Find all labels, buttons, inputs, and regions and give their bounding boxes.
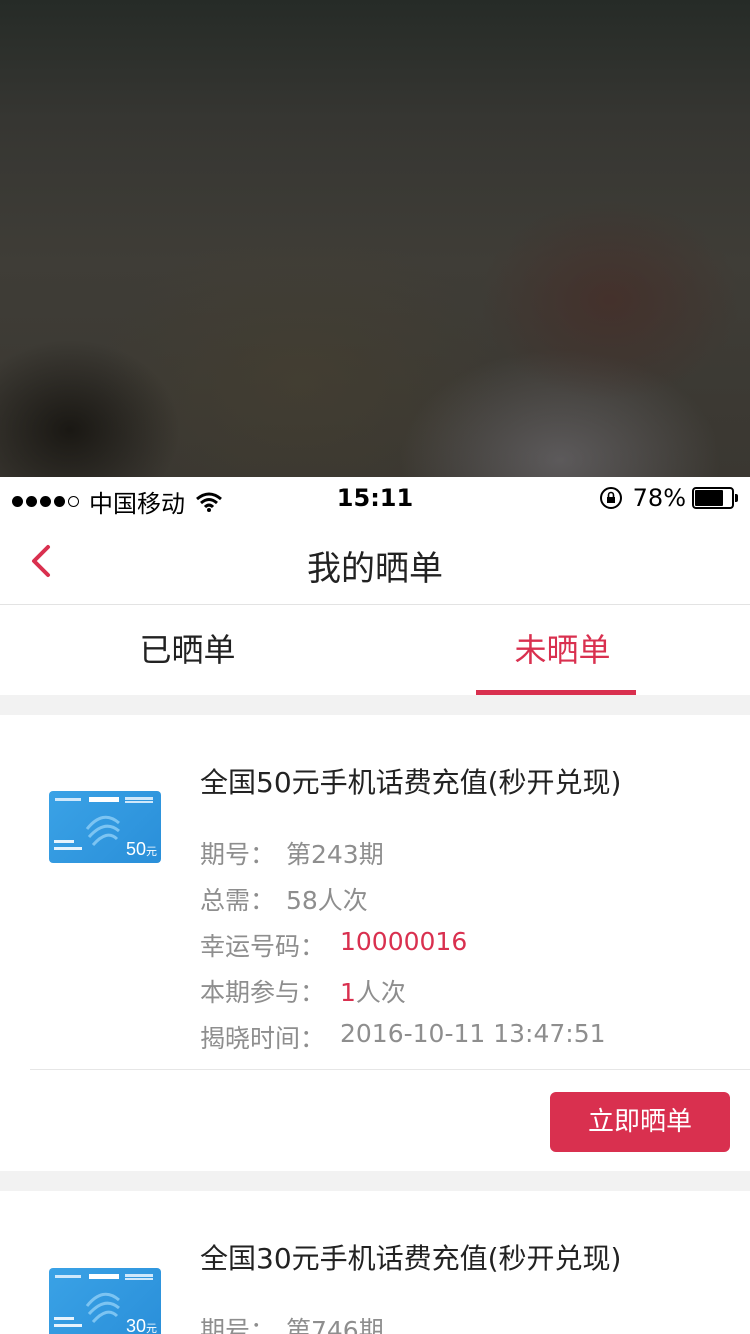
product-image[interactable]: 50元 [49,791,161,863]
reveal-time-row: 揭晓时间： 2016-10-11 13:47:51 [200,1019,606,1053]
participation-value: 1人次 [340,978,406,1007]
card-amount: 30元 [125,1316,157,1334]
carrier-logos-icon [55,1274,153,1280]
nav-bar: 我的晒单 [0,517,750,605]
item-title[interactable]: 全国30元手机话费充值(秒开兑现) [200,1237,621,1277]
period-value: 第243期 [286,840,384,869]
rotation-lock-icon [599,487,622,509]
list-item: 30元 全国30元手机话费充值(秒开兑现) 期号： 第746期 [0,1191,750,1334]
battery-icon [692,487,738,509]
total-row: 总需： 58人次 [200,881,368,917]
card-caption-icon [54,840,82,850]
tab-label: 已晒单 [139,631,236,669]
lucky-number-row: 幸运号码： 10000016 [200,927,468,961]
background-photo [0,0,750,477]
tab-unshared[interactable]: 未晒单 [375,605,750,695]
status-bar: 中国移动 15:11 78% [0,477,750,518]
item-title[interactable]: 全国50元手机话费充值(秒开兑现) [200,761,621,801]
card-amount: 50元 [125,839,157,859]
period-row: 期号： 第746期 [200,1311,384,1334]
card-caption-icon [54,1317,82,1327]
total-value: 58人次 [286,886,368,915]
app-screenshot: 中国移动 15:11 78% 我的晒单 已晒单 未晒单 50元 全国50元手机话… [0,477,750,1334]
product-image[interactable]: 30元 [49,1268,161,1334]
share-now-button[interactable]: 立即晒单 [550,1092,730,1152]
section-gap [0,1171,750,1191]
tab-label: 未晒单 [514,631,611,669]
lucky-number-value: 10000016 [340,927,468,956]
divider [30,1069,750,1070]
participation-row: 本期参与： 1人次 [200,973,406,1009]
tab-shared[interactable]: 已晒单 [0,605,375,695]
period-row: 期号： 第243期 [200,835,384,871]
page-title: 我的晒单 [307,549,443,589]
period-value: 第746期 [286,1316,384,1334]
battery-percent: 78% [632,484,686,512]
list-item: 50元 全国50元手机话费充值(秒开兑现) 期号： 第243期 总需： 58人次… [0,715,750,1171]
carrier-logos-icon [55,797,153,803]
section-gap [0,695,750,715]
reveal-time-value: 2016-10-11 13:47:51 [340,1019,606,1048]
tab-bar: 已晒单 未晒单 [0,605,750,695]
